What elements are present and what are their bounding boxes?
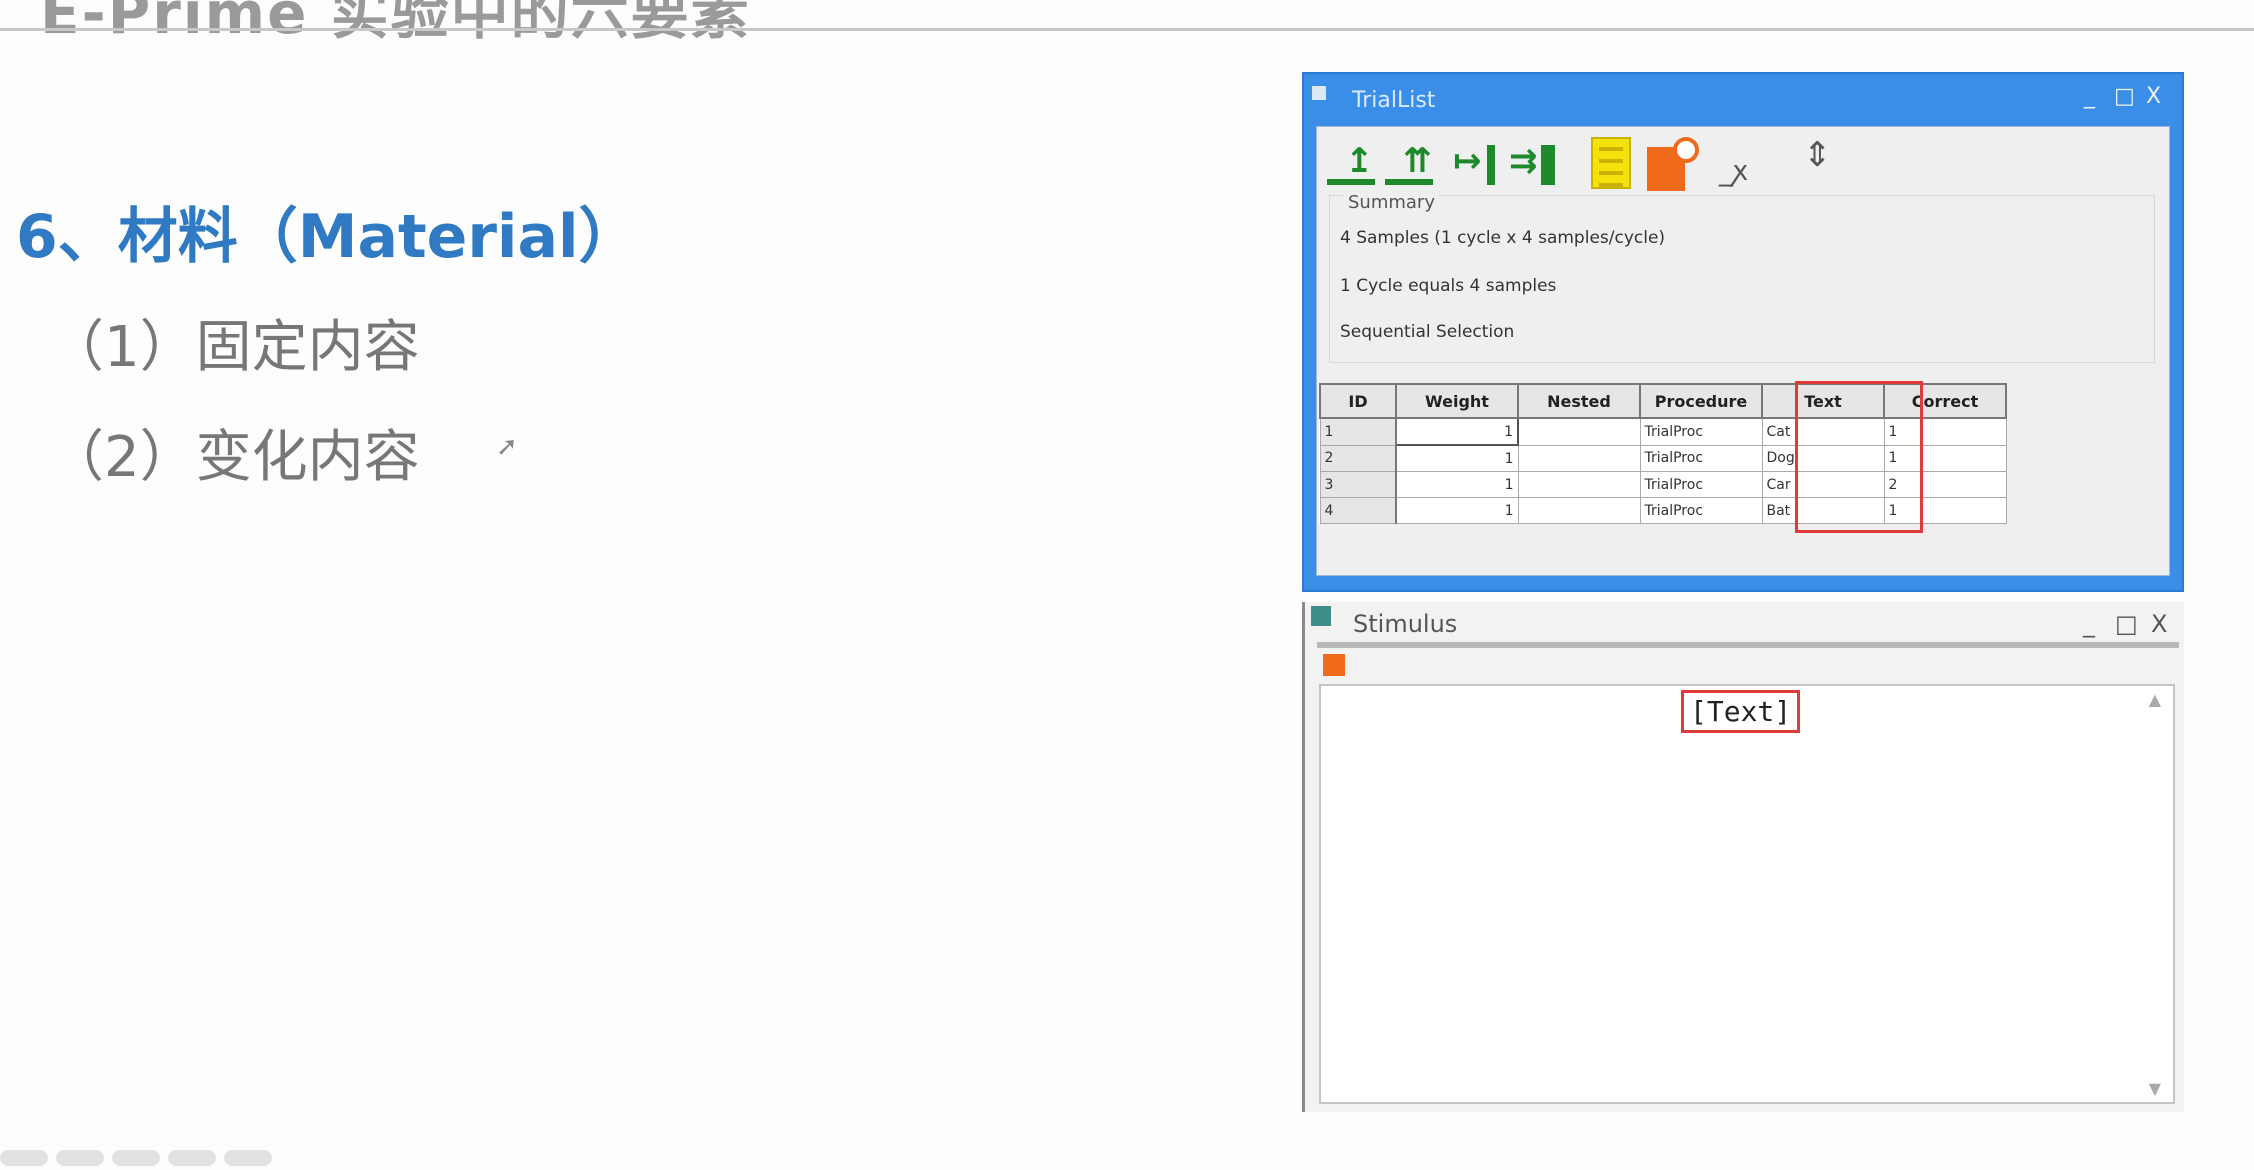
table-row[interactable]: 2 1 TrialProc Dog 1 (1319, 444, 2007, 472)
scroll-down-icon[interactable]: ▼ (2149, 1079, 2161, 1098)
slide-object-icon (1311, 606, 1331, 626)
grid-header-row: ID Weight Nested Procedure Text Correct (1319, 383, 2007, 419)
add-attribute-icon[interactable]: ↦ (1449, 137, 1497, 191)
table-row[interactable]: 3 1 TrialProc Car 2 (1319, 471, 2007, 498)
stimulus-divider (1317, 642, 2179, 648)
cell-correct[interactable]: 1 (1883, 444, 2007, 472)
col-header-id[interactable]: ID (1319, 383, 1397, 419)
slide: E-Prime 实验中的六要素 6、材料（Material） （1）固定内容 （… (0, 0, 2254, 1170)
cell-correct[interactable]: 1 (1883, 417, 2007, 446)
cell-nested[interactable] (1517, 444, 1641, 472)
mouse-cursor-icon: ➚ (496, 432, 518, 462)
cell-text[interactable]: Bat (1761, 497, 1885, 524)
add-multiple-levels-icon[interactable]: ⇈ (1385, 137, 1433, 191)
slide-top-title: E-Prime 实验中的六要素 (40, 0, 751, 47)
title-divider (0, 28, 2254, 31)
cell-procedure[interactable]: TrialProc (1639, 444, 1763, 472)
cell-nested[interactable] (1517, 471, 1641, 498)
triallist-toolbar: ↥ ⇈ ↦ ⇉ _ꭗ ⇕ (1321, 131, 1881, 191)
triallist-title: TrialList (1352, 88, 1436, 113)
cell-weight[interactable]: 1 (1395, 444, 1519, 472)
section-heading: 6、材料（Material） (16, 202, 639, 272)
col-header-text[interactable]: Text (1761, 383, 1885, 419)
cell-correct[interactable]: 2 (1883, 471, 2007, 498)
cell-id[interactable]: 1 (1319, 417, 1397, 446)
close-button[interactable]: X (2151, 610, 2167, 638)
expand-icon[interactable]: ⇕ (1803, 135, 1855, 185)
maximize-button[interactable]: □ (2114, 84, 2135, 109)
bullet-fixed-content: （1）固定内容 (48, 315, 420, 380)
cell-text[interactable]: Car (1761, 471, 1885, 498)
stimulus-canvas[interactable]: [Text] ▲ ▼ (1319, 684, 2175, 1104)
cell-procedure[interactable]: TrialProc (1639, 497, 1763, 524)
triallist-grid[interactable]: ID Weight Nested Procedure Text Correct … (1319, 383, 2007, 524)
cell-weight[interactable]: 1 (1395, 417, 1519, 446)
triallist-body: ↥ ⇈ ↦ ⇉ _ꭗ ⇕ Summary 4 Samples (1 cycle … (1316, 126, 2170, 576)
cell-nested[interactable] (1517, 417, 1641, 446)
scroll-up-icon[interactable]: ▲ (2149, 690, 2161, 709)
summary-samples: 4 Samples (1 cycle x 4 samples/cycle) (1340, 228, 1666, 248)
col-header-correct[interactable]: Correct (1883, 383, 2007, 419)
cell-procedure[interactable]: TrialProc (1639, 417, 1763, 446)
summary-cycle: 1 Cycle equals 4 samples (1340, 276, 1557, 296)
properties-icon[interactable] (1591, 137, 1631, 189)
stimulus-title: Stimulus (1353, 610, 1458, 638)
add-multiple-attributes-icon[interactable]: ⇉ (1507, 137, 1555, 191)
properties-icon[interactable] (1323, 654, 1345, 676)
cell-text[interactable]: Dog (1761, 444, 1885, 472)
col-header-procedure[interactable]: Procedure (1639, 383, 1763, 419)
slide-footer-decoration (0, 1150, 272, 1166)
close-button[interactable]: X (2146, 84, 2161, 109)
summary-selection: Sequential Selection (1340, 322, 1515, 342)
cell-weight[interactable]: 1 (1395, 471, 1519, 498)
col-header-weight[interactable]: Weight (1395, 383, 1519, 419)
add-level-icon[interactable]: ↥ (1327, 137, 1375, 191)
table-row[interactable]: 1 1 TrialProc Cat 1 (1319, 417, 2007, 446)
col-header-nested[interactable]: Nested (1517, 383, 1641, 419)
summary-label: Summary (1344, 192, 1439, 213)
minimize-button[interactable]: _ (2083, 610, 2095, 638)
minimize-button[interactable]: _ (2084, 84, 2095, 109)
cell-weight[interactable]: 1 (1395, 497, 1519, 524)
cell-id[interactable]: 2 (1319, 444, 1397, 472)
cell-nested[interactable] (1517, 497, 1641, 524)
triallist-window[interactable]: TrialList _ □ X ↥ ⇈ ↦ ⇉ _ꭗ ⇕ Summary 4 S… (1302, 72, 2184, 592)
bullet-variable-content: （2）变化内容 (48, 425, 420, 490)
summary-panel: Summary 4 Samples (1 cycle x 4 samples/c… (1329, 192, 2155, 363)
window-icon (1312, 86, 1326, 100)
summary-icon[interactable] (1647, 137, 1699, 193)
remove-icon[interactable]: _ꭗ (1719, 151, 1771, 201)
cell-text[interactable]: Cat (1761, 417, 1885, 446)
maximize-button[interactable]: □ (2115, 610, 2138, 638)
cell-procedure[interactable]: TrialProc (1639, 471, 1763, 498)
table-row[interactable]: 4 1 TrialProc Bat 1 (1319, 497, 2007, 524)
cell-correct[interactable]: 1 (1883, 497, 2007, 524)
cell-id[interactable]: 3 (1319, 471, 1397, 498)
text-attribute-reference[interactable]: [Text] (1681, 690, 1801, 733)
triallist-titlebar[interactable]: TrialList _ □ X (1304, 74, 2182, 126)
stimulus-window[interactable]: Stimulus _ □ X [Text] ▲ ▼ (1302, 602, 2184, 1112)
cell-id[interactable]: 4 (1319, 497, 1397, 524)
